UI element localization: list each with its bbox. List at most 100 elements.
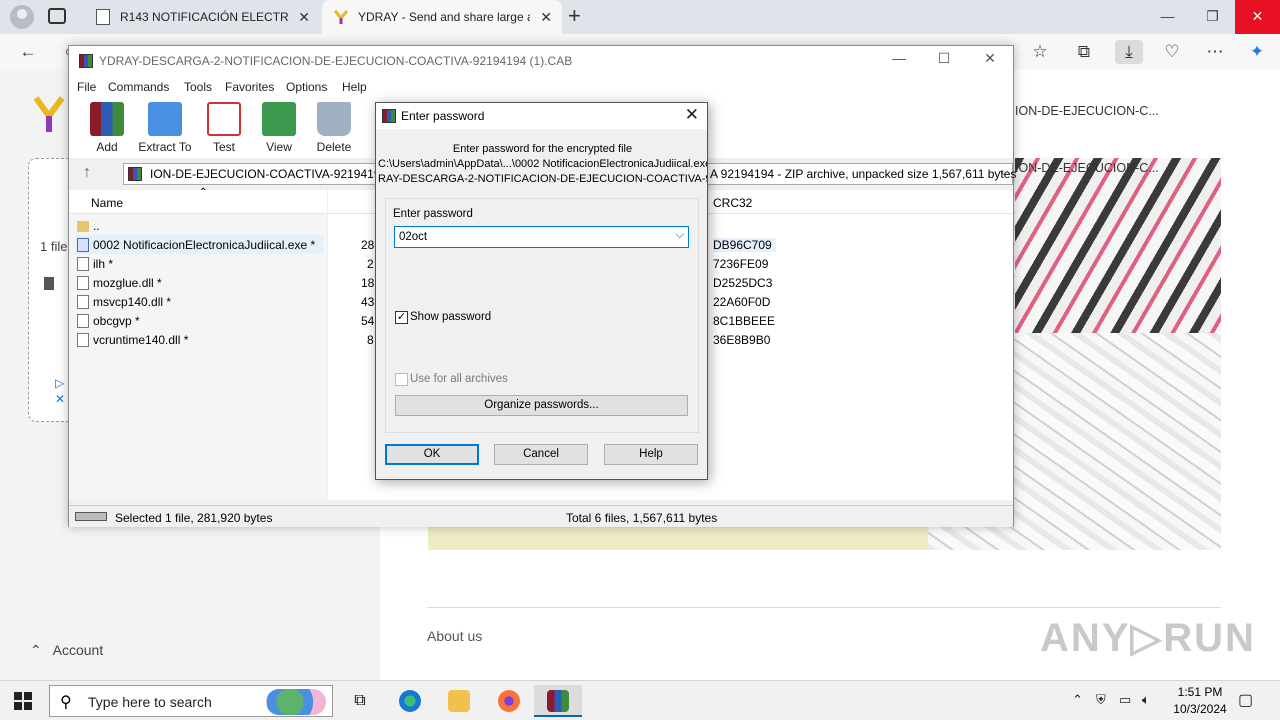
help-button[interactable]: Help xyxy=(604,444,698,465)
minimize-button[interactable]: — xyxy=(1145,0,1190,34)
file-row-selected[interactable]: 0002 NotificacionElectronicaJudiical.exe… xyxy=(75,235,323,254)
delete-button[interactable]: Delete xyxy=(304,102,364,158)
use-for-all-checkbox[interactable] xyxy=(395,373,408,386)
volume-icon[interactable]: 🔈︎ xyxy=(1142,692,1150,708)
extensions-icon[interactable]: ♡ xyxy=(1160,40,1184,64)
ok-button[interactable]: OK xyxy=(385,444,479,465)
new-tab-button[interactable]: + xyxy=(568,3,581,29)
close-tab-icon[interactable]: ✕ xyxy=(298,0,310,34)
close-button[interactable]: ✕ xyxy=(970,50,1010,67)
search-result-text: ION-DE-EJECUCION-C... xyxy=(1015,161,1159,175)
browser-tab-notificacion[interactable]: R143 NOTIFICACIÓN ELECTRÓNI ✕ xyxy=(84,0,320,34)
extract-to-button[interactable]: Extract To xyxy=(135,102,195,158)
chevron-down-icon[interactable]: ⌵ xyxy=(676,229,684,242)
winrar-taskbar-button[interactable] xyxy=(534,685,582,717)
column-crc32[interactable]: CRC32 xyxy=(713,196,752,210)
menu-tools[interactable]: Tools xyxy=(184,80,212,94)
account-menu[interactable]: ⌃ Account xyxy=(30,642,103,659)
password-input[interactable]: 02oct ⌵ xyxy=(394,226,689,248)
notifications-icon[interactable]: ▢ xyxy=(1238,690,1253,710)
menu-favorites[interactable]: Favorites xyxy=(225,80,274,94)
show-password-label[interactable]: Show password xyxy=(410,311,491,323)
ad-choices-icon[interactable]: ▷ xyxy=(55,376,64,390)
tab-actions-icon[interactable] xyxy=(48,8,66,24)
firefox-icon xyxy=(498,690,520,712)
profile-avatar[interactable] xyxy=(10,5,34,29)
browser-tab-ydray[interactable]: YDRAY - Send and share large an ✕ xyxy=(322,0,562,34)
chevron-down-icon[interactable]: ⌵ xyxy=(1000,166,1008,179)
column-name[interactable]: Name xyxy=(91,196,123,210)
ad-close-icon[interactable]: ✕ xyxy=(55,392,65,406)
chevron-up-icon[interactable]: ⌃ xyxy=(1072,692,1083,708)
windows-taskbar: ⚲ Type here to search ⧉ ⌃ ⛨ ▭ 🔈︎ 1:51 PM… xyxy=(0,680,1280,720)
show-password-checkbox[interactable]: ✓ xyxy=(395,311,408,324)
winrar-icon xyxy=(79,54,93,68)
use-for-all-label: Use for all archives xyxy=(410,373,508,385)
file-icon xyxy=(77,314,89,328)
document-icon xyxy=(96,9,110,25)
collections-icon[interactable]: ⧉ xyxy=(1072,40,1096,64)
about-us-link[interactable]: About us xyxy=(427,628,482,644)
winrar-menu-bar: File Commands Tools Favorites Options He… xyxy=(69,76,1013,98)
trash-icon xyxy=(317,102,351,136)
close-window-button[interactable]: ✕ xyxy=(1235,0,1280,34)
windows-start-icon[interactable] xyxy=(14,692,32,710)
file-icon xyxy=(77,257,89,271)
shield-icon[interactable]: ⛨ xyxy=(1096,692,1106,708)
account-label: Account xyxy=(52,642,104,658)
close-icon[interactable]: ✕ xyxy=(685,105,699,125)
test-button[interactable]: Test xyxy=(194,102,254,158)
dll-icon xyxy=(77,276,89,290)
search-result-text: ION-DE-EJECUCION-C... xyxy=(1015,104,1159,118)
drive-icon xyxy=(75,512,107,521)
edge-icon xyxy=(399,690,421,712)
taskbar-search[interactable]: ⚲ Type here to search xyxy=(49,685,333,717)
restore-button[interactable]: ❐ xyxy=(1190,0,1235,34)
dialog-title-bar: Enter password ✕ xyxy=(376,103,707,129)
file-explorer-taskbar-button[interactable] xyxy=(435,685,483,717)
hero-image-detail xyxy=(1015,158,1221,333)
dll-icon xyxy=(77,333,89,347)
menu-options[interactable]: Options xyxy=(286,80,327,94)
add-button[interactable]: Add xyxy=(77,102,137,158)
cancel-button[interactable]: Cancel xyxy=(494,444,588,465)
folder-icon xyxy=(448,690,470,712)
view-book-icon xyxy=(262,102,296,136)
close-tab-icon[interactable]: ✕ xyxy=(540,0,552,34)
info-archive-name: RAY-DESCARGA-2-NOTIFICACION-DE-EJECUCION… xyxy=(378,173,707,185)
winrar-title: YDRAY-DESCARGA-2-NOTIFICACION-DE-EJECUCI… xyxy=(99,54,573,68)
menu-help[interactable]: Help xyxy=(342,80,367,94)
edge-taskbar-button[interactable] xyxy=(386,685,434,717)
task-view-button[interactable]: ⧉ xyxy=(336,685,384,717)
favorites-icon[interactable]: ☆ xyxy=(1028,40,1052,64)
up-folder-icon[interactable]: ↑ xyxy=(83,164,91,182)
firefox-taskbar-button[interactable] xyxy=(485,685,533,717)
anyrun-watermark: ANY▷RUN xyxy=(1040,616,1256,660)
winrar-status-bar: Selected 1 file, 281,920 bytes Total 6 f… xyxy=(69,505,1013,527)
network-icon[interactable]: ▭ xyxy=(1119,692,1131,708)
exe-icon xyxy=(77,238,89,252)
hero-image-strip xyxy=(428,525,928,550)
password-value: 02oct xyxy=(399,231,428,243)
winrar-icon xyxy=(547,690,569,712)
archive-icon xyxy=(128,167,142,181)
back-arrow-icon[interactable]: ← xyxy=(16,40,40,64)
chevron-up-icon: ⌃ xyxy=(30,642,42,658)
status-selected: Selected 1 file, 281,920 bytes xyxy=(115,511,273,525)
organize-passwords-button[interactable]: Organize passwords... xyxy=(395,395,688,416)
menu-file[interactable]: File xyxy=(77,80,96,94)
search-icon: ⚲ xyxy=(60,694,72,711)
view-button[interactable]: View xyxy=(249,102,309,158)
tab-title: R143 NOTIFICACIÓN ELECTRÓNI xyxy=(120,10,288,24)
menu-commands[interactable]: Commands xyxy=(108,80,169,94)
copilot-icon[interactable]: ✦ xyxy=(1245,40,1269,64)
system-clock[interactable]: 1:51 PM 10/3/2024 xyxy=(1160,684,1240,718)
clock-date: 10/3/2024 xyxy=(1173,702,1227,716)
dialog-info: Enter password for the encrypted file C:… xyxy=(378,142,707,187)
more-options-icon[interactable]: ⋯ xyxy=(1203,40,1227,64)
browser-tab-bar: R143 NOTIFICACIÓN ELECTRÓNI ✕ YDRAY - Se… xyxy=(0,0,1280,34)
downloads-icon[interactable]: ⤓ xyxy=(1115,40,1143,64)
maximize-button[interactable]: ☐ xyxy=(924,50,964,67)
minimize-button[interactable]: — xyxy=(879,50,919,66)
ydray-logo-icon xyxy=(334,10,348,24)
